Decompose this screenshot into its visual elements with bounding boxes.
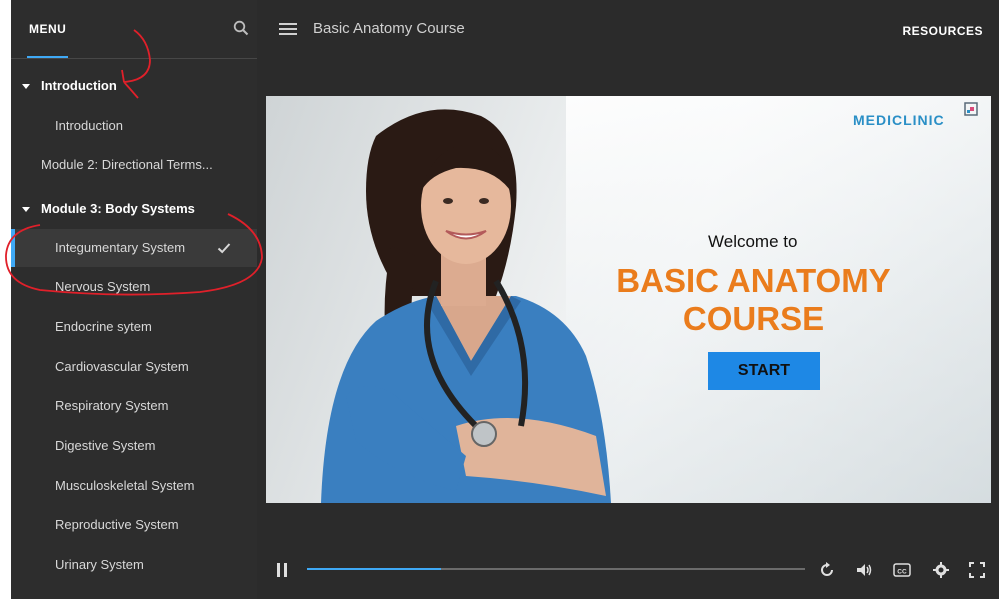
checkmark-icon [217,243,231,254]
sidebar-item-musculoskeletal[interactable]: Musculoskeletal System [11,467,257,505]
sidebar-item-label: Reproductive System [55,517,179,532]
logo-mark-icon [964,102,978,116]
sidebar-item-label: Endocrine sytem [55,319,152,334]
caret-down-icon [22,207,30,212]
replay-icon[interactable] [818,561,836,579]
slide-title-line-2: COURSE [682,300,825,337]
sidebar-item-integumentary[interactable]: Integumentary System [11,229,257,267]
sidebar-item-digestive[interactable]: Digestive System [11,427,257,465]
section-introduction[interactable]: Introduction [11,67,257,105]
slide-title-line-1: BASIC ANATOMY [616,262,891,299]
section-label: Introduction [41,78,117,93]
mediclinic-logo: MEDICLINIC [853,112,945,128]
sidebar-item-label: Musculoskeletal System [55,478,195,493]
sidebar-item-label: Respiratory System [55,398,169,413]
sidebar-item-label: Nervous System [55,279,151,294]
fullscreen-icon[interactable] [968,561,986,579]
progress-bar[interactable] [307,568,805,570]
settings-icon[interactable] [932,561,950,579]
slide-content: MEDICLINIC Welcome to BASIC ANATOMY COUR… [266,96,991,503]
sidebar-item-reproductive[interactable]: Reproductive System [11,506,257,544]
search-icon[interactable] [233,20,249,36]
menu-tab[interactable]: MENU [29,22,66,36]
start-button[interactable]: START [708,352,820,390]
sidebar-item-label: Integumentary System [55,240,186,255]
sidebar-item-introduction[interactable]: Introduction [11,107,257,145]
svg-text:CC: CC [897,569,907,576]
sidebar-item-module-2[interactable]: Module 2: Directional Terms... [11,146,257,184]
course-title: Basic Anatomy Course [313,20,465,37]
sidebar-header: MENU [11,0,257,59]
welcome-text: Welcome to [708,232,798,251]
slide-title: BASIC ANATOMY COURSE [601,262,906,338]
sidebar-item-nervous[interactable]: Nervous System [11,268,257,306]
hamburger-menu-icon[interactable] [279,22,297,36]
sidebar-menu: MENU Introduction Introduction Module 2:… [11,0,257,599]
sidebar-item-cardiovascular[interactable]: Cardiovascular System [11,348,257,386]
caret-down-icon [22,84,30,89]
sidebar-item-label: Cardiovascular System [55,359,189,374]
sidebar-item-label: Module 2: Directional Terms... [41,157,213,172]
player-controls: CC [257,550,999,590]
sidebar-item-label: Digestive System [55,438,156,453]
nurse-photo [321,109,611,503]
pause-icon[interactable] [277,563,287,577]
sidebar-item-urinary[interactable]: Urinary System [11,546,257,584]
resources-link[interactable]: RESOURCES [902,24,983,38]
sidebar-item-respiratory[interactable]: Respiratory System [11,387,257,425]
active-indicator [11,229,15,267]
sidebar-item-label: Introduction [55,118,123,133]
course-player: Basic Anatomy Course RESOURCES MEDICLINI… [257,0,999,599]
sidebar-item-label: Urinary System [55,557,144,572]
captions-icon[interactable]: CC [893,561,911,579]
section-label: Module 3: Body Systems [41,201,195,216]
menu-tab-underline [27,56,68,58]
progress-fill [307,568,442,570]
sidebar-item-endocrine[interactable]: Endocrine sytem [11,308,257,346]
volume-icon[interactable] [855,561,873,579]
section-module-3[interactable]: Module 3: Body Systems [11,190,257,228]
